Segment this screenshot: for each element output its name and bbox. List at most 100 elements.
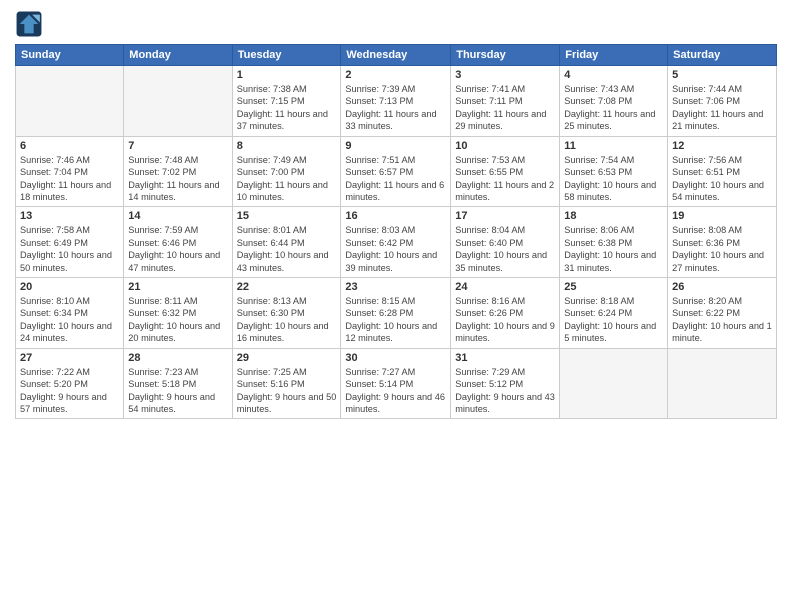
- calendar-cell: 21 Sunrise: 8:11 AM Sunset: 6:32 PM Dayli…: [124, 278, 232, 349]
- calendar-cell: 26 Sunrise: 8:20 AM Sunset: 6:22 PM Dayli…: [668, 278, 777, 349]
- calendar-cell: 30 Sunrise: 7:27 AM Sunset: 5:14 PM Dayli…: [341, 348, 451, 419]
- calendar-week-1: 1Sunrise: 7:38 AM Sunset: 7:15 PM Daylig…: [16, 66, 777, 137]
- day-number: 5: [672, 69, 772, 81]
- logo: [15, 10, 45, 38]
- calendar-cell: 1Sunrise: 7:38 AM Sunset: 7:15 PM Daylig…: [232, 66, 341, 137]
- day-detail: Sunrise: 8:08 AM Sunset: 6:36 PM Dayligh…: [672, 224, 772, 274]
- day-number: 1: [237, 69, 337, 81]
- day-detail: Sunrise: 8:20 AM Sunset: 6:22 PM Dayligh…: [672, 295, 772, 345]
- calendar-dow-sunday: Sunday: [16, 45, 124, 66]
- day-number: 2: [345, 69, 446, 81]
- day-number: 12: [672, 140, 772, 152]
- day-detail: Sunrise: 7:44 AM Sunset: 7:06 PM Dayligh…: [672, 83, 772, 133]
- page: SundayMondayTuesdayWednesdayThursdayFrid…: [0, 0, 792, 612]
- day-number: 30: [345, 352, 446, 364]
- day-number: 31: [455, 352, 555, 364]
- calendar-header-row: SundayMondayTuesdayWednesdayThursdayFrid…: [16, 45, 777, 66]
- logo-icon: [15, 10, 43, 38]
- day-number: 21: [128, 281, 227, 293]
- day-detail: Sunrise: 7:46 AM Sunset: 7:04 PM Dayligh…: [20, 154, 119, 204]
- day-number: 24: [455, 281, 555, 293]
- calendar-cell: 25 Sunrise: 8:18 AM Sunset: 6:24 PM Dayli…: [560, 278, 668, 349]
- day-detail: Sunrise: 7:58 AM Sunset: 6:49 PM Dayligh…: [20, 224, 119, 274]
- day-number: 15: [237, 210, 337, 222]
- day-detail: Sunrise: 7:22 AM Sunset: 5:20 PM Dayligh…: [20, 366, 119, 416]
- day-number: 8: [237, 140, 337, 152]
- calendar-dow-saturday: Saturday: [668, 45, 777, 66]
- calendar-cell: 29Sunrise: 7:25 AM Sunset: 5:16 PM Dayli…: [232, 348, 341, 419]
- calendar-dow-friday: Friday: [560, 45, 668, 66]
- calendar-cell: 3Sunrise: 7:41 AM Sunset: 7:11 PM Daylig…: [451, 66, 560, 137]
- day-number: 29: [237, 352, 337, 364]
- day-number: 14: [128, 210, 227, 222]
- day-detail: Sunrise: 8:16 AM Sunset: 6:26 PM Dayligh…: [455, 295, 555, 345]
- calendar-cell: 4 Sunrise: 7:43 AM Sunset: 7:08 PM Daylig…: [560, 66, 668, 137]
- calendar-dow-tuesday: Tuesday: [232, 45, 341, 66]
- calendar-cell: 23Sunrise: 8:15 AM Sunset: 6:28 PM Dayli…: [341, 278, 451, 349]
- calendar-cell: 10Sunrise: 7:53 AM Sunset: 6:55 PM Dayli…: [451, 136, 560, 207]
- day-number: 28: [128, 352, 227, 364]
- calendar-cell: 14 Sunrise: 7:59 AM Sunset: 6:46 PM Dayli…: [124, 207, 232, 278]
- day-detail: Sunrise: 8:01 AM Sunset: 6:44 PM Dayligh…: [237, 224, 337, 274]
- calendar-cell: 27 Sunrise: 7:22 AM Sunset: 5:20 PM Dayli…: [16, 348, 124, 419]
- day-detail: Sunrise: 8:15 AM Sunset: 6:28 PM Dayligh…: [345, 295, 446, 345]
- calendar-week-2: 6 Sunrise: 7:46 AM Sunset: 7:04 PM Daylig…: [16, 136, 777, 207]
- day-detail: Sunrise: 7:43 AM Sunset: 7:08 PM Dayligh…: [564, 83, 663, 133]
- day-detail: Sunrise: 8:04 AM Sunset: 6:40 PM Dayligh…: [455, 224, 555, 274]
- calendar-cell: 16 Sunrise: 8:03 AM Sunset: 6:42 PM Dayli…: [341, 207, 451, 278]
- day-number: 9: [345, 140, 446, 152]
- calendar-cell: 13 Sunrise: 7:58 AM Sunset: 6:49 PM Dayli…: [16, 207, 124, 278]
- calendar-cell: 12 Sunrise: 7:56 AM Sunset: 6:51 PM Dayli…: [668, 136, 777, 207]
- day-detail: Sunrise: 7:51 AM Sunset: 6:57 PM Dayligh…: [345, 154, 446, 204]
- day-number: 6: [20, 140, 119, 152]
- calendar-cell: 6 Sunrise: 7:46 AM Sunset: 7:04 PM Daylig…: [16, 136, 124, 207]
- calendar-cell: 15 Sunrise: 8:01 AM Sunset: 6:44 PM Dayli…: [232, 207, 341, 278]
- day-number: 20: [20, 281, 119, 293]
- day-number: 17: [455, 210, 555, 222]
- day-detail: Sunrise: 7:27 AM Sunset: 5:14 PM Dayligh…: [345, 366, 446, 416]
- day-number: 4: [564, 69, 663, 81]
- day-detail: Sunrise: 7:39 AM Sunset: 7:13 PM Dayligh…: [345, 83, 446, 133]
- calendar-cell: 2 Sunrise: 7:39 AM Sunset: 7:13 PM Daylig…: [341, 66, 451, 137]
- calendar-week-3: 13 Sunrise: 7:58 AM Sunset: 6:49 PM Dayli…: [16, 207, 777, 278]
- calendar-cell: [124, 66, 232, 137]
- day-detail: Sunrise: 7:59 AM Sunset: 6:46 PM Dayligh…: [128, 224, 227, 274]
- day-detail: Sunrise: 8:03 AM Sunset: 6:42 PM Dayligh…: [345, 224, 446, 274]
- day-detail: Sunrise: 8:11 AM Sunset: 6:32 PM Dayligh…: [128, 295, 227, 345]
- calendar-cell: [560, 348, 668, 419]
- day-detail: Sunrise: 8:18 AM Sunset: 6:24 PM Dayligh…: [564, 295, 663, 345]
- calendar-cell: 8Sunrise: 7:49 AM Sunset: 7:00 PM Daylig…: [232, 136, 341, 207]
- calendar-cell: [16, 66, 124, 137]
- day-number: 25: [564, 281, 663, 293]
- day-number: 13: [20, 210, 119, 222]
- calendar-dow-wednesday: Wednesday: [341, 45, 451, 66]
- calendar-cell: 24 Sunrise: 8:16 AM Sunset: 6:26 PM Dayli…: [451, 278, 560, 349]
- calendar-cell: 20Sunrise: 8:10 AM Sunset: 6:34 PM Dayli…: [16, 278, 124, 349]
- calendar-cell: 7 Sunrise: 7:48 AM Sunset: 7:02 PM Daylig…: [124, 136, 232, 207]
- calendar-week-4: 20Sunrise: 8:10 AM Sunset: 6:34 PM Dayli…: [16, 278, 777, 349]
- calendar-cell: 28Sunrise: 7:23 AM Sunset: 5:18 PM Dayli…: [124, 348, 232, 419]
- day-detail: Sunrise: 8:13 AM Sunset: 6:30 PM Dayligh…: [237, 295, 337, 345]
- day-detail: Sunrise: 8:06 AM Sunset: 6:38 PM Dayligh…: [564, 224, 663, 274]
- calendar-cell: 11Sunrise: 7:54 AM Sunset: 6:53 PM Dayli…: [560, 136, 668, 207]
- day-number: 27: [20, 352, 119, 364]
- day-detail: Sunrise: 7:41 AM Sunset: 7:11 PM Dayligh…: [455, 83, 555, 133]
- calendar-dow-monday: Monday: [124, 45, 232, 66]
- day-number: 10: [455, 140, 555, 152]
- calendar-cell: 18 Sunrise: 8:06 AM Sunset: 6:38 PM Dayli…: [560, 207, 668, 278]
- calendar-cell: 31 Sunrise: 7:29 AM Sunset: 5:12 PM Dayli…: [451, 348, 560, 419]
- calendar-table: SundayMondayTuesdayWednesdayThursdayFrid…: [15, 44, 777, 419]
- day-number: 16: [345, 210, 446, 222]
- calendar-cell: [668, 348, 777, 419]
- calendar-cell: 9 Sunrise: 7:51 AM Sunset: 6:57 PM Daylig…: [341, 136, 451, 207]
- day-detail: Sunrise: 7:54 AM Sunset: 6:53 PM Dayligh…: [564, 154, 663, 204]
- day-number: 18: [564, 210, 663, 222]
- day-number: 7: [128, 140, 227, 152]
- day-number: 22: [237, 281, 337, 293]
- day-detail: Sunrise: 7:56 AM Sunset: 6:51 PM Dayligh…: [672, 154, 772, 204]
- day-number: 19: [672, 210, 772, 222]
- calendar-cell: 5 Sunrise: 7:44 AM Sunset: 7:06 PM Daylig…: [668, 66, 777, 137]
- day-number: 26: [672, 281, 772, 293]
- day-detail: Sunrise: 7:48 AM Sunset: 7:02 PM Dayligh…: [128, 154, 227, 204]
- day-detail: Sunrise: 7:29 AM Sunset: 5:12 PM Dayligh…: [455, 366, 555, 416]
